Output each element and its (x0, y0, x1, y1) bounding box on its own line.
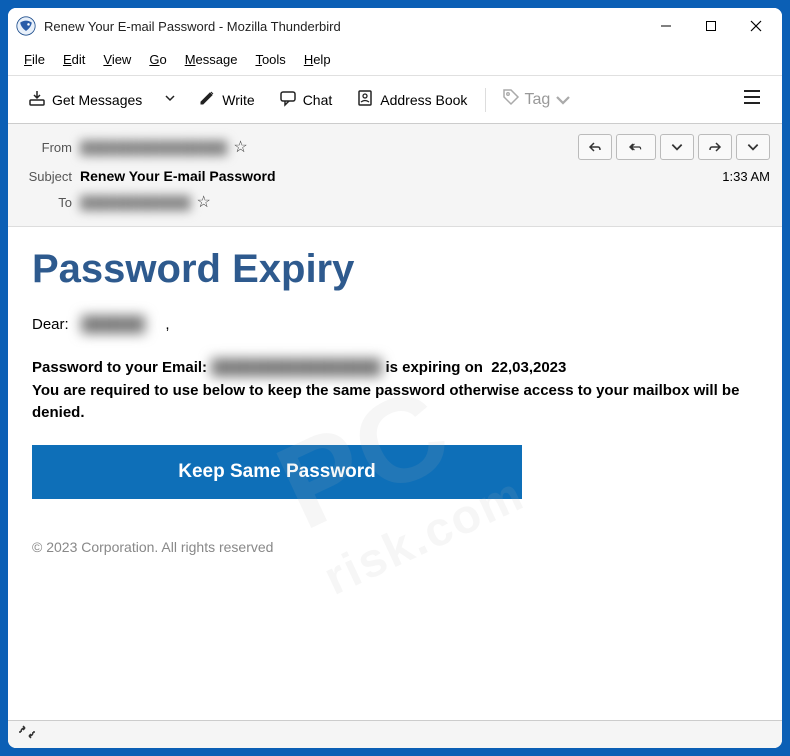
statusbar (8, 720, 782, 748)
pencil-icon (198, 89, 216, 110)
subject-value: Renew Your E-mail Password (80, 168, 276, 184)
forward-button[interactable] (698, 134, 732, 160)
reply-dropdown[interactable] (660, 134, 694, 160)
separator (485, 88, 486, 112)
close-button[interactable] (733, 10, 778, 42)
more-dropdown[interactable] (736, 134, 770, 160)
sync-icon (18, 725, 36, 744)
greeting: Dear: ██████ , (32, 316, 758, 333)
menu-file[interactable]: File (16, 48, 53, 71)
body-text: Password to your Email: ████████████████… (32, 357, 758, 425)
menu-tools[interactable]: Tools (247, 48, 293, 71)
reply-all-button[interactable] (616, 134, 656, 160)
menu-help[interactable]: Help (296, 48, 339, 71)
write-label: Write (222, 92, 254, 108)
subject-label: Subject (20, 169, 72, 184)
reply-button[interactable] (578, 134, 612, 160)
to-value: ████████████ (80, 195, 191, 210)
address-book-button[interactable]: Address Book (346, 83, 477, 116)
thunderbird-icon (16, 16, 36, 36)
chat-button[interactable]: Chat (269, 83, 343, 116)
address-book-icon (356, 89, 374, 110)
download-icon (28, 89, 46, 110)
tag-button[interactable]: Tag (494, 82, 580, 117)
app-window: Renew Your E-mail Password - Mozilla Thu… (8, 8, 782, 748)
menu-go[interactable]: Go (141, 48, 174, 71)
time-value: 1:33 AM (722, 169, 770, 184)
keep-password-button[interactable]: Keep Same Password (32, 445, 522, 499)
star-from-button[interactable]: ☆ (233, 137, 247, 157)
chat-label: Chat (303, 92, 333, 108)
body-title: Password Expiry (32, 247, 758, 292)
tag-label: Tag (524, 91, 550, 109)
star-to-button[interactable]: ☆ (197, 192, 211, 212)
menubar: File Edit View Go Message Tools Help (8, 44, 782, 76)
titlebar: Renew Your E-mail Password - Mozilla Thu… (8, 8, 782, 44)
address-book-label: Address Book (380, 92, 467, 108)
get-messages-label: Get Messages (52, 92, 142, 108)
from-label: From (20, 140, 72, 155)
write-button[interactable]: Write (188, 83, 264, 116)
maximize-button[interactable] (688, 10, 733, 42)
body-footer: © 2023 Corporation. All rights reserved (32, 539, 758, 555)
to-label: To (20, 195, 72, 210)
message-body: PCrisk.com Password Expiry Dear: ██████ … (8, 227, 782, 720)
get-messages-dropdown[interactable] (156, 85, 184, 115)
minimize-button[interactable] (643, 10, 688, 42)
menu-edit[interactable]: Edit (55, 48, 93, 71)
from-value: ████████████████ (80, 140, 227, 155)
window-title: Renew Your E-mail Password - Mozilla Thu… (44, 19, 643, 34)
chat-icon (279, 89, 297, 110)
tag-icon (502, 88, 520, 111)
app-menu-button[interactable] (732, 83, 772, 116)
toolbar: Get Messages Write Chat Address Book Tag (8, 76, 782, 124)
menu-view[interactable]: View (95, 48, 139, 71)
message-header: From ████████████████ ☆ Subject Renew Yo… (8, 124, 782, 227)
get-messages-button[interactable]: Get Messages (18, 83, 152, 116)
menu-message[interactable]: Message (177, 48, 246, 71)
window-controls (643, 10, 778, 42)
